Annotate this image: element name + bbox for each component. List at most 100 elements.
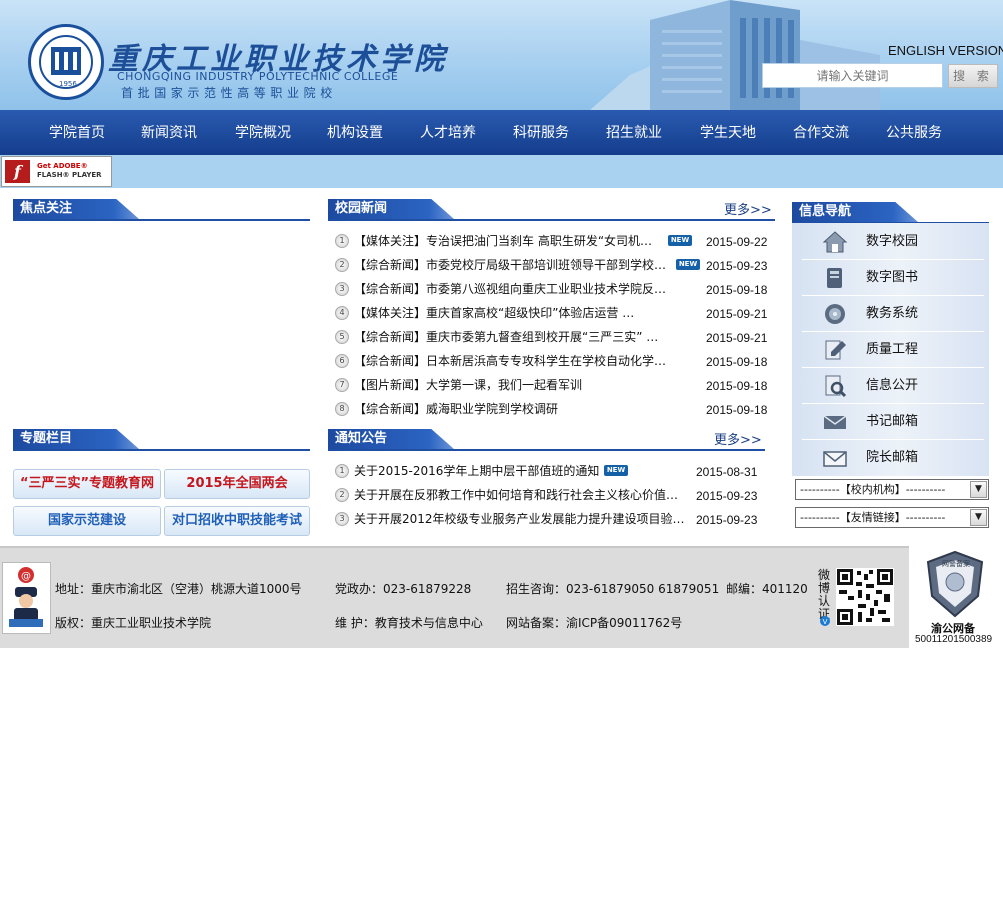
- disc-icon: [825, 304, 845, 324]
- news-item[interactable]: 1 【媒体关注】专治误把油门当刹车 高职生研发“女司机… NEW 2015-09…: [335, 229, 775, 253]
- search-input[interactable]: [762, 63, 943, 88]
- nav-overview[interactable]: 学院概况: [235, 110, 291, 155]
- police-badge-link[interactable]: 网警备案 渝公网备 50011201500389: [909, 548, 1003, 648]
- news-title[interactable]: 【综合新闻】市委第八巡视组向重庆工业职业技术学院反…: [354, 277, 666, 301]
- special-demo-construction-button[interactable]: 国家示范建设: [13, 506, 161, 536]
- search-button[interactable]: 搜 索: [948, 64, 998, 88]
- nav-admission[interactable]: 招生就业: [606, 110, 662, 155]
- college-tagline: 首批国家示范性高等职业院校: [121, 86, 337, 100]
- college-seal-logo[interactable]: 1956: [28, 24, 104, 100]
- info-item-label: 信息公开: [866, 378, 919, 393]
- news-title[interactable]: 【综合新闻】日本新居浜高专专攻科学生在学校自动化学…: [354, 349, 666, 373]
- news-date: 2015-09-21: [706, 307, 768, 321]
- header-banner: 1956 重庆工业职业技术学院 CHONGQING INDUSTRY POLYT…: [0, 0, 1003, 110]
- notice-item[interactable]: 3 关于开展2012年校级专业服务产业发展能力提升建设项目验… 2015-09-…: [335, 507, 765, 531]
- footer-postcode: 邮编：401120: [726, 582, 808, 596]
- focus-header: 焦点关注: [13, 199, 310, 221]
- main-nav: 学院首页 新闻资讯 学院概况 机构设置 人才培养 科研服务 招生就业 学生天地 …: [0, 110, 1003, 155]
- notices-more-link[interactable]: 更多>>: [714, 429, 762, 448]
- nav-public-service[interactable]: 公共服务: [886, 110, 942, 155]
- nav-research[interactable]: 科研服务: [513, 110, 569, 155]
- special-two-sessions-button[interactable]: 2015年全国两会: [164, 469, 310, 499]
- news-item[interactable]: 7 【图片新闻】大学第一课，我们一起看军训 2015-09-18: [335, 373, 775, 397]
- info-item-quality-project[interactable]: 质量工程: [802, 332, 984, 368]
- english-version-link[interactable]: ENGLISH VERSION: [888, 43, 1003, 58]
- info-nav-title: 信息导航: [792, 202, 918, 222]
- weibo-qr-code[interactable]: [836, 568, 894, 626]
- news-title[interactable]: 【媒体关注】重庆首家高校“超级快印”体验店运营 …: [354, 301, 634, 325]
- list-number: 4: [335, 306, 349, 320]
- friend-links-select[interactable]: ----------【友情链接】---------- ▼: [795, 507, 989, 528]
- get-flash-player-button[interactable]: f Get ADOBE® FLASH® PLAYER: [1, 156, 112, 187]
- info-item-label: 数字图书: [866, 270, 919, 285]
- campus-news-more-link[interactable]: 更多>>: [724, 199, 772, 218]
- home-icon: [822, 231, 848, 253]
- news-title[interactable]: 【综合新闻】威海职业学院到学校调研: [354, 397, 558, 421]
- verified-v-icon: V: [820, 616, 830, 626]
- info-item-digital-library[interactable]: 数字图书: [802, 260, 984, 296]
- news-item[interactable]: 3 【综合新闻】市委第八巡视组向重庆工业职业技术学院反… 2015-09-18: [335, 277, 775, 301]
- info-item-president-mailbox[interactable]: 院长邮箱: [802, 440, 984, 476]
- news-date: 2015-09-21: [706, 331, 768, 345]
- info-item-label: 质量工程: [866, 342, 919, 357]
- notices-header: 通知公告 更多>>: [328, 429, 765, 451]
- weibo-verified-label: 微博认证: [818, 568, 831, 621]
- flash-text-player: FLASH® PLAYER: [37, 171, 102, 179]
- news-item[interactable]: 2 【综合新闻】市委党校厅局级干部培训班领导干部到学校… NEW 2015-09…: [335, 253, 775, 277]
- chevron-down-icon[interactable]: ▼: [970, 481, 987, 498]
- list-number: 5: [335, 330, 349, 344]
- special-three-strict-button[interactable]: “三严三实”专题教育网: [13, 469, 161, 499]
- campus-news-title: 校园新闻: [328, 199, 454, 219]
- notice-title[interactable]: 关于开展在反邪教工作中如何培育和践行社会主义核心价值…: [354, 483, 678, 507]
- notice-date: 2015-09-23: [696, 489, 758, 503]
- search-doc-icon: [825, 375, 847, 398]
- info-item-label: 数字校园: [866, 234, 919, 249]
- footer-icp[interactable]: 网站备案：渝ICP备09011762号: [506, 614, 682, 631]
- info-item-digital-campus[interactable]: 数字校园: [802, 224, 984, 260]
- news-title[interactable]: 【媒体关注】专治误把油门当刹车 高职生研发“女司机…: [354, 229, 652, 253]
- nav-cooperation[interactable]: 合作交流: [793, 110, 849, 155]
- internal-depts-select[interactable]: ----------【校内机构】---------- ▼: [795, 479, 989, 500]
- footer-maintainer: 维 护：教育技术与信息中心: [335, 616, 483, 630]
- notice-item[interactable]: 1 关于2015-2016学年上期中层干部值班的通知 NEW 2015-08-3…: [335, 459, 765, 483]
- info-item-label: 书记邮箱: [866, 414, 919, 429]
- badge-number: 50011201500389: [915, 634, 993, 645]
- notice-item[interactable]: 2 关于开展在反邪教工作中如何培育和践行社会主义核心价值… 2015-09-23: [335, 483, 765, 507]
- footer-address: 地址：重庆市渝北区（空港）桃源大道1000号: [55, 582, 302, 596]
- info-item-secretary-mailbox[interactable]: 书记邮箱: [802, 404, 984, 440]
- list-number: 7: [335, 378, 349, 392]
- cyber-police-icon[interactable]: @: [2, 562, 51, 634]
- info-item-academic-system[interactable]: 教务系统: [802, 296, 984, 332]
- campus-news-header: 校园新闻 更多>>: [328, 199, 775, 221]
- nav-training[interactable]: 人才培养: [420, 110, 476, 155]
- news-item[interactable]: 8 【综合新闻】威海职业学院到学校调研 2015-09-18: [335, 397, 775, 421]
- chevron-down-icon[interactable]: ▼: [970, 509, 987, 526]
- svg-text:V: V: [823, 618, 828, 626]
- news-item[interactable]: 5 【综合新闻】重庆市委第九督查组到校开展“三严三实” … 2015-09-21: [335, 325, 775, 349]
- news-item[interactable]: 4 【媒体关注】重庆首家高校“超级快印”体验店运营 … 2015-09-21: [335, 301, 775, 325]
- footer-party-office: 党政办：023-61879228: [335, 582, 472, 596]
- footer: [0, 548, 909, 648]
- nav-departments[interactable]: 机构设置: [327, 110, 383, 155]
- news-title[interactable]: 【综合新闻】市委党校厅局级干部培训班领导干部到学校…: [354, 253, 666, 277]
- news-date: 2015-09-18: [706, 379, 768, 393]
- info-item-info-disclosure[interactable]: 信息公开: [802, 368, 984, 404]
- list-number: 2: [335, 258, 349, 272]
- news-title[interactable]: 【图片新闻】大学第一课，我们一起看军训: [354, 373, 582, 397]
- nav-news[interactable]: 新闻资讯: [141, 110, 197, 155]
- new-badge: NEW: [676, 259, 700, 270]
- new-badge: NEW: [604, 465, 628, 476]
- news-title[interactable]: 【综合新闻】重庆市委第九督查组到校开展“三严三实” …: [354, 325, 658, 349]
- nav-students[interactable]: 学生天地: [700, 110, 756, 155]
- special-skills-exam-button[interactable]: 对口招收中职技能考试: [164, 506, 310, 536]
- select-value: ----------【友情链接】----------: [800, 511, 946, 524]
- focus-title: 焦点关注: [13, 199, 139, 219]
- flash-text-adobe: ADOBE®: [53, 162, 88, 170]
- notice-title[interactable]: 关于2015-2016学年上期中层干部值班的通知: [354, 459, 599, 483]
- news-item[interactable]: 6 【综合新闻】日本新居浜高专专攻科学生在学校自动化学… 2015-09-18: [335, 349, 775, 373]
- special-title: 专题栏目: [13, 429, 139, 449]
- nav-home[interactable]: 学院首页: [49, 110, 105, 155]
- notice-title[interactable]: 关于开展2012年校级专业服务产业发展能力提升建设项目验…: [354, 507, 685, 531]
- list-number: 3: [335, 512, 349, 526]
- list-number: 1: [335, 234, 349, 248]
